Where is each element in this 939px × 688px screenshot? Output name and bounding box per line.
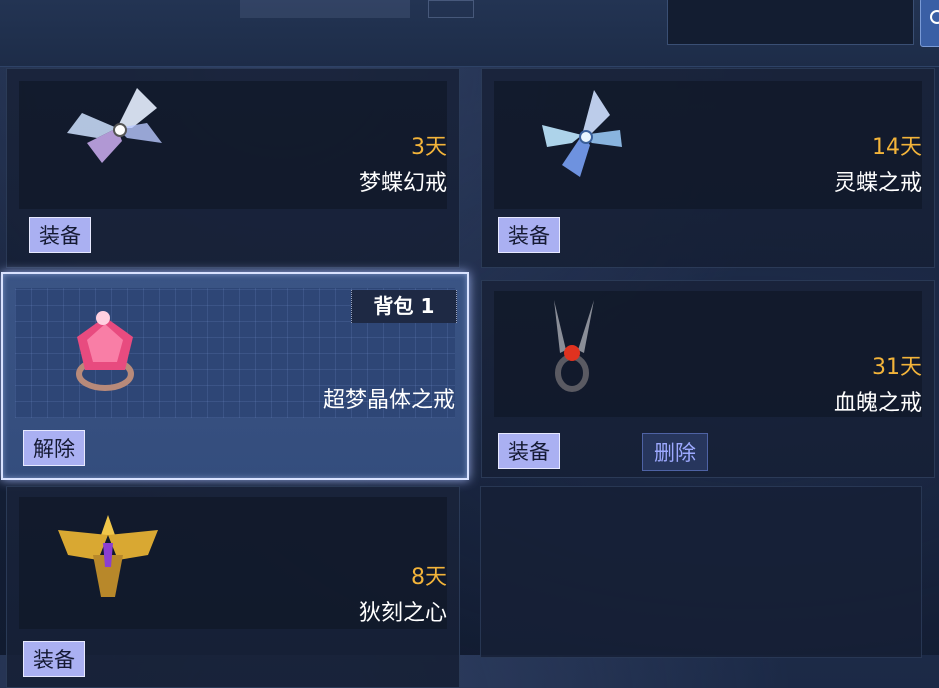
item-name: 狄刻之心 (358, 601, 447, 626)
empty-item-slot (480, 486, 922, 658)
item-name: 血魄之戒 (833, 391, 922, 416)
equip-button[interactable]: 装备 (498, 433, 560, 469)
backpack-badge: 背包 1 (351, 290, 457, 323)
butterfly-ring-icon (67, 88, 162, 163)
item-days: 3天 (411, 135, 447, 160)
item-days: 8天 (411, 565, 447, 590)
search-button[interactable] (920, 0, 939, 47)
search-icon (930, 10, 939, 24)
background-sign (240, 0, 410, 18)
top-bar (0, 0, 939, 67)
item-name: 超梦晶体之戒 (322, 388, 455, 413)
equip-button[interactable]: 装备 (29, 217, 91, 253)
golden-wing-ring-icon (58, 515, 158, 597)
item-card-dike[interactable]: 8天 狄刻之心 装备 (6, 486, 460, 688)
item-card-mengdie[interactable]: 3天 梦蝶幻戒 装备 (6, 68, 460, 268)
search-input[interactable] (667, 0, 914, 45)
blood-ring-icon (554, 300, 594, 392)
item-card-lingdie[interactable]: 14天 灵蝶之戒 装备 (481, 68, 935, 268)
background-sign (428, 0, 474, 18)
unequip-button[interactable]: 解除 (23, 430, 85, 466)
butterfly-ring-icon (542, 90, 622, 177)
crystal-ring-icon (76, 311, 134, 391)
item-days: 31天 (872, 355, 922, 380)
delete-button[interactable]: 删除 (642, 433, 708, 471)
item-days: 14天 (872, 135, 922, 160)
equip-button[interactable]: 装备 (498, 217, 560, 253)
item-card-xuepo[interactable]: 31天 血魄之戒 装备 删除 (481, 280, 935, 478)
item-name: 灵蝶之戒 (833, 171, 922, 196)
equip-button[interactable]: 装备 (23, 641, 85, 677)
item-card-chaomeng[interactable]: 背包 1 超梦晶体之戒 解除 (1, 272, 469, 480)
item-name: 梦蝶幻戒 (358, 171, 447, 196)
